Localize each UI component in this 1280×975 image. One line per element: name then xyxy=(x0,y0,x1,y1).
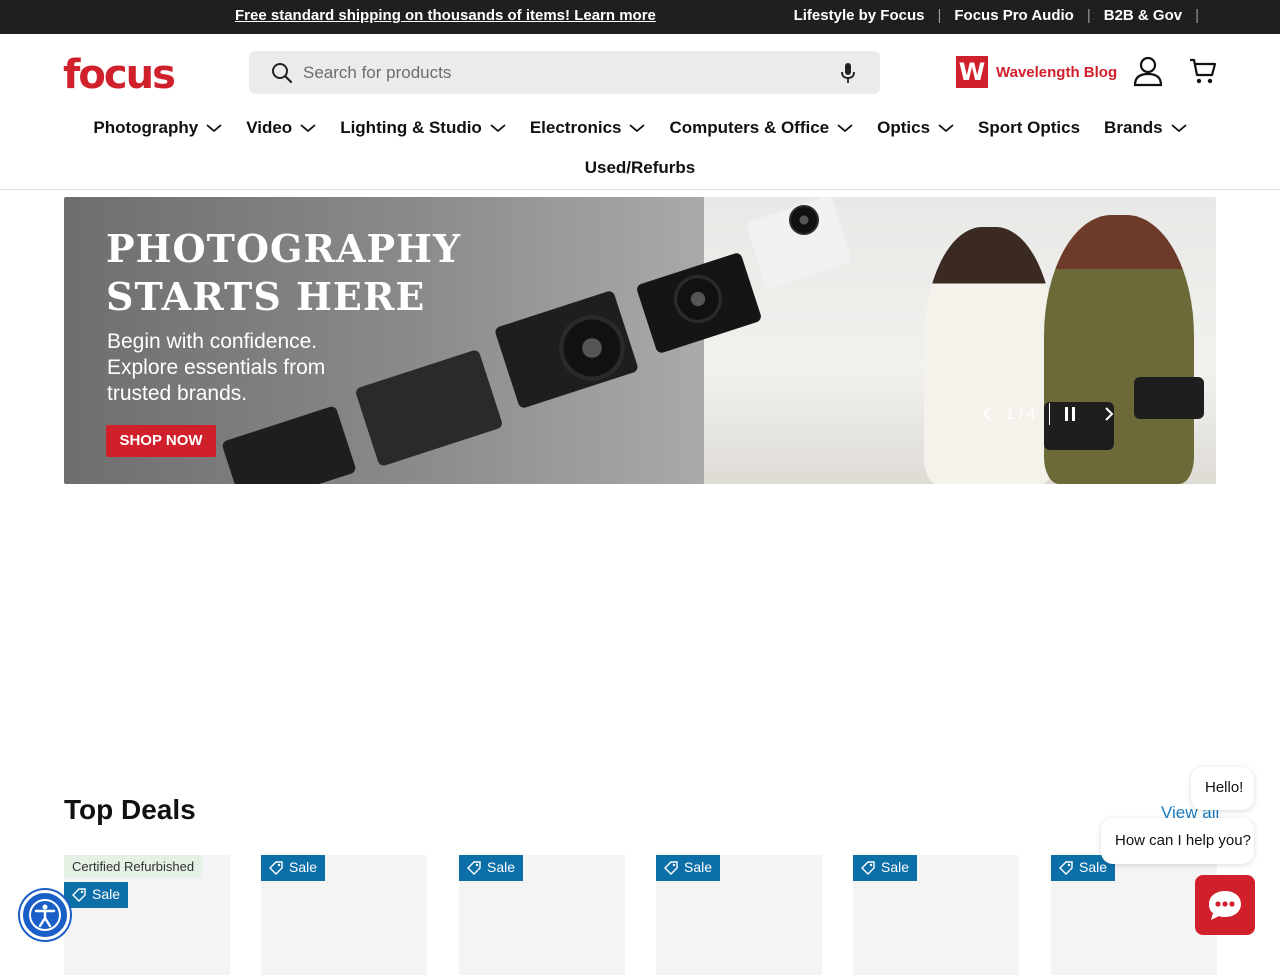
nav-item-label: Electronics xyxy=(529,118,622,137)
chevron-down-icon xyxy=(1171,124,1187,133)
tag-icon xyxy=(1059,861,1073,875)
microphone-icon[interactable] xyxy=(840,62,856,84)
wavelength-blog-link[interactable]: W Wavelength Blog xyxy=(956,56,1117,88)
chat-prompt-bubble[interactable]: How can I help you? xyxy=(1101,818,1254,864)
wavelength-logo-icon: W xyxy=(956,56,988,88)
section-title: Top Deals xyxy=(64,794,196,825)
slideshow-controls: 1 / 4 xyxy=(982,403,1114,425)
sale-badge-label: Sale xyxy=(92,886,121,902)
certified-refurbished-badge: Certified Refurbished xyxy=(64,855,203,878)
nav-item-label: Brands xyxy=(1104,118,1163,137)
nav-item-label: Sport Optics xyxy=(978,118,1081,137)
cart-icon[interactable] xyxy=(1189,57,1217,85)
hero-banner[interactable]: PHOTOGRAPHY STARTS HERE Begin with confi… xyxy=(64,197,1216,484)
product-card[interactable]: Sale xyxy=(1051,855,1217,975)
sale-badge: Sale xyxy=(853,855,918,881)
nav-item-used-refurbs[interactable]: Used/Refurbs xyxy=(585,158,696,178)
focus-logo[interactable]: focus xyxy=(63,52,176,98)
camera-image xyxy=(221,405,357,484)
account-icon[interactable] xyxy=(1132,55,1164,87)
hero-headline: PHOTOGRAPHY STARTS HERE xyxy=(106,225,461,321)
search-input[interactable] xyxy=(303,51,823,94)
nav-item-computers-office[interactable]: Computers & Office xyxy=(669,118,853,138)
lifestyle-link[interactable]: Lifestyle by Focus xyxy=(794,7,925,24)
chevron-down-icon xyxy=(837,124,853,133)
nav-item-brands[interactable]: Brands xyxy=(1104,118,1187,138)
sale-badge: Sale xyxy=(64,882,129,908)
chevron-right-icon[interactable] xyxy=(1104,406,1114,422)
separator: | xyxy=(1195,7,1199,24)
free-shipping-link[interactable]: Free standard shipping on thousands of i… xyxy=(235,7,656,24)
pause-icon[interactable] xyxy=(1064,406,1076,422)
nav-item-label: Video xyxy=(246,118,293,137)
chevron-down-icon xyxy=(300,124,316,133)
nav-item-video[interactable]: Video xyxy=(246,118,316,138)
hero-headline-line: PHOTOGRAPHY xyxy=(106,226,462,271)
nav-item-photography[interactable]: Photography xyxy=(93,118,222,138)
product-card[interactable]: Sale xyxy=(656,855,822,975)
sale-badge: Sale xyxy=(261,855,326,881)
product-card[interactable]: Sale xyxy=(853,855,1019,975)
sale-badge-label: Sale xyxy=(289,859,318,875)
chat-launcher-button[interactable] xyxy=(1195,875,1255,935)
tag-icon xyxy=(72,888,86,902)
nav-item-sport-optics[interactable]: Sport Optics xyxy=(978,118,1080,138)
tag-icon xyxy=(269,861,283,875)
nav-item-lighting-studio[interactable]: Lighting & Studio xyxy=(340,118,506,138)
sale-badge: Sale xyxy=(459,855,524,881)
product-card[interactable]: Certified Refurbished Sale xyxy=(64,855,230,975)
sale-badge-label: Sale xyxy=(684,859,713,875)
chat-greeting-text: Hello! xyxy=(1205,779,1244,796)
divider xyxy=(1049,403,1051,425)
tag-icon xyxy=(861,861,875,875)
search-icon[interactable] xyxy=(271,62,293,84)
separator: | xyxy=(1086,7,1091,24)
nav-item-label: Optics xyxy=(877,118,931,137)
chevron-down-icon xyxy=(206,124,222,133)
hero-subtext: Begin with confidence. Explore essential… xyxy=(107,330,326,405)
top-links: Lifestyle by Focus | Focus Pro Audio | B… xyxy=(794,7,1212,24)
search-bar xyxy=(249,51,880,94)
product-card[interactable]: Sale xyxy=(261,855,427,975)
hero-headline-line: STARTS HERE xyxy=(106,274,426,319)
camera-image xyxy=(1134,377,1204,419)
sale-badge-label: Sale xyxy=(881,859,910,875)
camera-image xyxy=(354,348,504,468)
shop-now-button[interactable]: SHOP NOW xyxy=(106,425,216,457)
site-header: focus W Wavelength Blog Photography Video… xyxy=(0,34,1280,190)
photographer-figure xyxy=(924,227,1054,484)
chevron-left-icon[interactable] xyxy=(982,406,992,422)
chevron-down-icon xyxy=(629,124,646,133)
pro-audio-link[interactable]: Focus Pro Audio xyxy=(954,7,1073,24)
main-navigation: Photography Video Lighting & Studio Electro… xyxy=(0,118,1280,178)
tag-icon xyxy=(467,861,481,875)
accessibility-button[interactable] xyxy=(20,890,70,940)
announcement-bar: Free standard shipping on thousands of i… xyxy=(0,0,1280,34)
camera-lens xyxy=(674,275,722,323)
chat-prompt-text: How can I help you? xyxy=(1115,832,1251,849)
product-card[interactable]: Sale xyxy=(459,855,625,975)
chevron-down-icon xyxy=(938,124,954,133)
sale-badge-label: Sale xyxy=(487,859,516,875)
wavelength-blog-label: Wavelength Blog xyxy=(996,63,1118,81)
nav-item-optics[interactable]: Optics xyxy=(877,118,954,138)
sale-badge-label: Sale xyxy=(1079,859,1108,875)
chevron-down-icon xyxy=(490,124,506,133)
accessibility-icon xyxy=(29,899,61,931)
nav-item-electronics[interactable]: Electronics xyxy=(530,118,646,138)
separator: | xyxy=(937,7,942,24)
tag-icon xyxy=(664,861,678,875)
sale-badge: Sale xyxy=(656,855,721,881)
chat-icon xyxy=(1209,891,1241,920)
b2b-gov-link[interactable]: B2B & Gov xyxy=(1104,7,1182,24)
slide-counter: 1 / 4 xyxy=(1006,405,1036,423)
camera-lens xyxy=(789,205,819,235)
chat-greeting-bubble[interactable]: Hello! xyxy=(1191,767,1254,810)
nav-item-label: Computers & Office xyxy=(669,118,830,137)
nav-item-label: Lighting & Studio xyxy=(340,118,482,137)
camera-lens xyxy=(559,315,625,381)
nav-item-label: Photography xyxy=(93,118,199,137)
